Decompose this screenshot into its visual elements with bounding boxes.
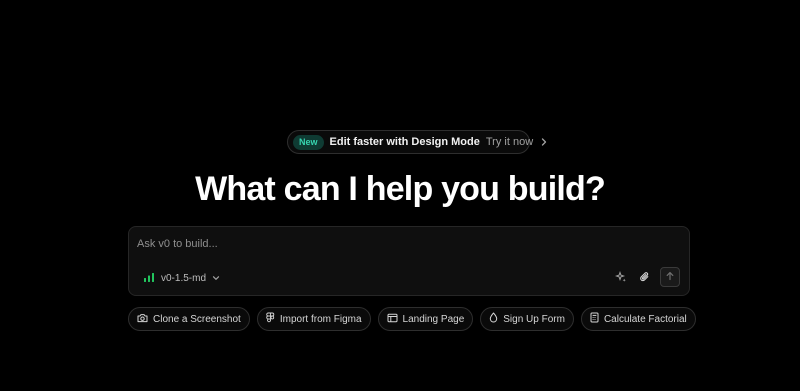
chevron-right-icon xyxy=(540,138,548,146)
figma-icon xyxy=(266,312,275,326)
suggestion-chips: Clone a Screenshot Import from Figma Lan… xyxy=(128,307,696,331)
model-label: v0-1.5-md xyxy=(161,272,207,284)
chip-label: Sign Up Form xyxy=(503,313,565,325)
suggestion-calculate-factorial[interactable]: Calculate Factorial xyxy=(580,307,696,331)
droplet-icon xyxy=(489,312,498,326)
chip-label: Import from Figma xyxy=(279,313,362,325)
new-badge: New xyxy=(293,134,324,150)
announcement-banner[interactable]: New Edit faster with Design Mode Try it … xyxy=(287,130,547,154)
camera-icon xyxy=(137,313,148,326)
send-button[interactable] xyxy=(660,267,680,287)
arrow-up-icon xyxy=(665,268,675,286)
page-title: What can I help you build? xyxy=(195,170,606,208)
prompt-box: v0-1.5-md xyxy=(128,226,690,296)
chip-label: Landing Page xyxy=(402,313,465,325)
browser-window-icon xyxy=(387,313,398,326)
sparkles-icon[interactable] xyxy=(612,268,630,286)
suggestion-clone-screenshot[interactable]: Clone a Screenshot xyxy=(128,307,250,331)
suggestion-sign-up-form[interactable]: Sign Up Form xyxy=(480,307,574,331)
suggestion-landing-page[interactable]: Landing Page xyxy=(377,307,474,331)
suggestion-import-figma[interactable]: Import from Figma xyxy=(256,307,371,331)
paperclip-icon[interactable] xyxy=(636,268,654,286)
model-selector[interactable]: v0-1.5-md xyxy=(139,269,224,287)
try-it-now-link[interactable]: Try it now xyxy=(486,136,533,148)
announcement-text: Edit faster with Design Mode xyxy=(329,136,480,148)
calculator-icon xyxy=(590,312,599,326)
chip-label: Calculate Factorial xyxy=(603,313,687,325)
signal-bars-icon xyxy=(143,272,155,285)
chevron-down-icon xyxy=(212,274,220,282)
prompt-actions xyxy=(612,267,680,287)
prompt-input[interactable] xyxy=(137,235,677,253)
chip-label: Clone a Screenshot xyxy=(153,313,241,325)
page: New Edit faster with Design Mode Try it … xyxy=(0,0,800,391)
